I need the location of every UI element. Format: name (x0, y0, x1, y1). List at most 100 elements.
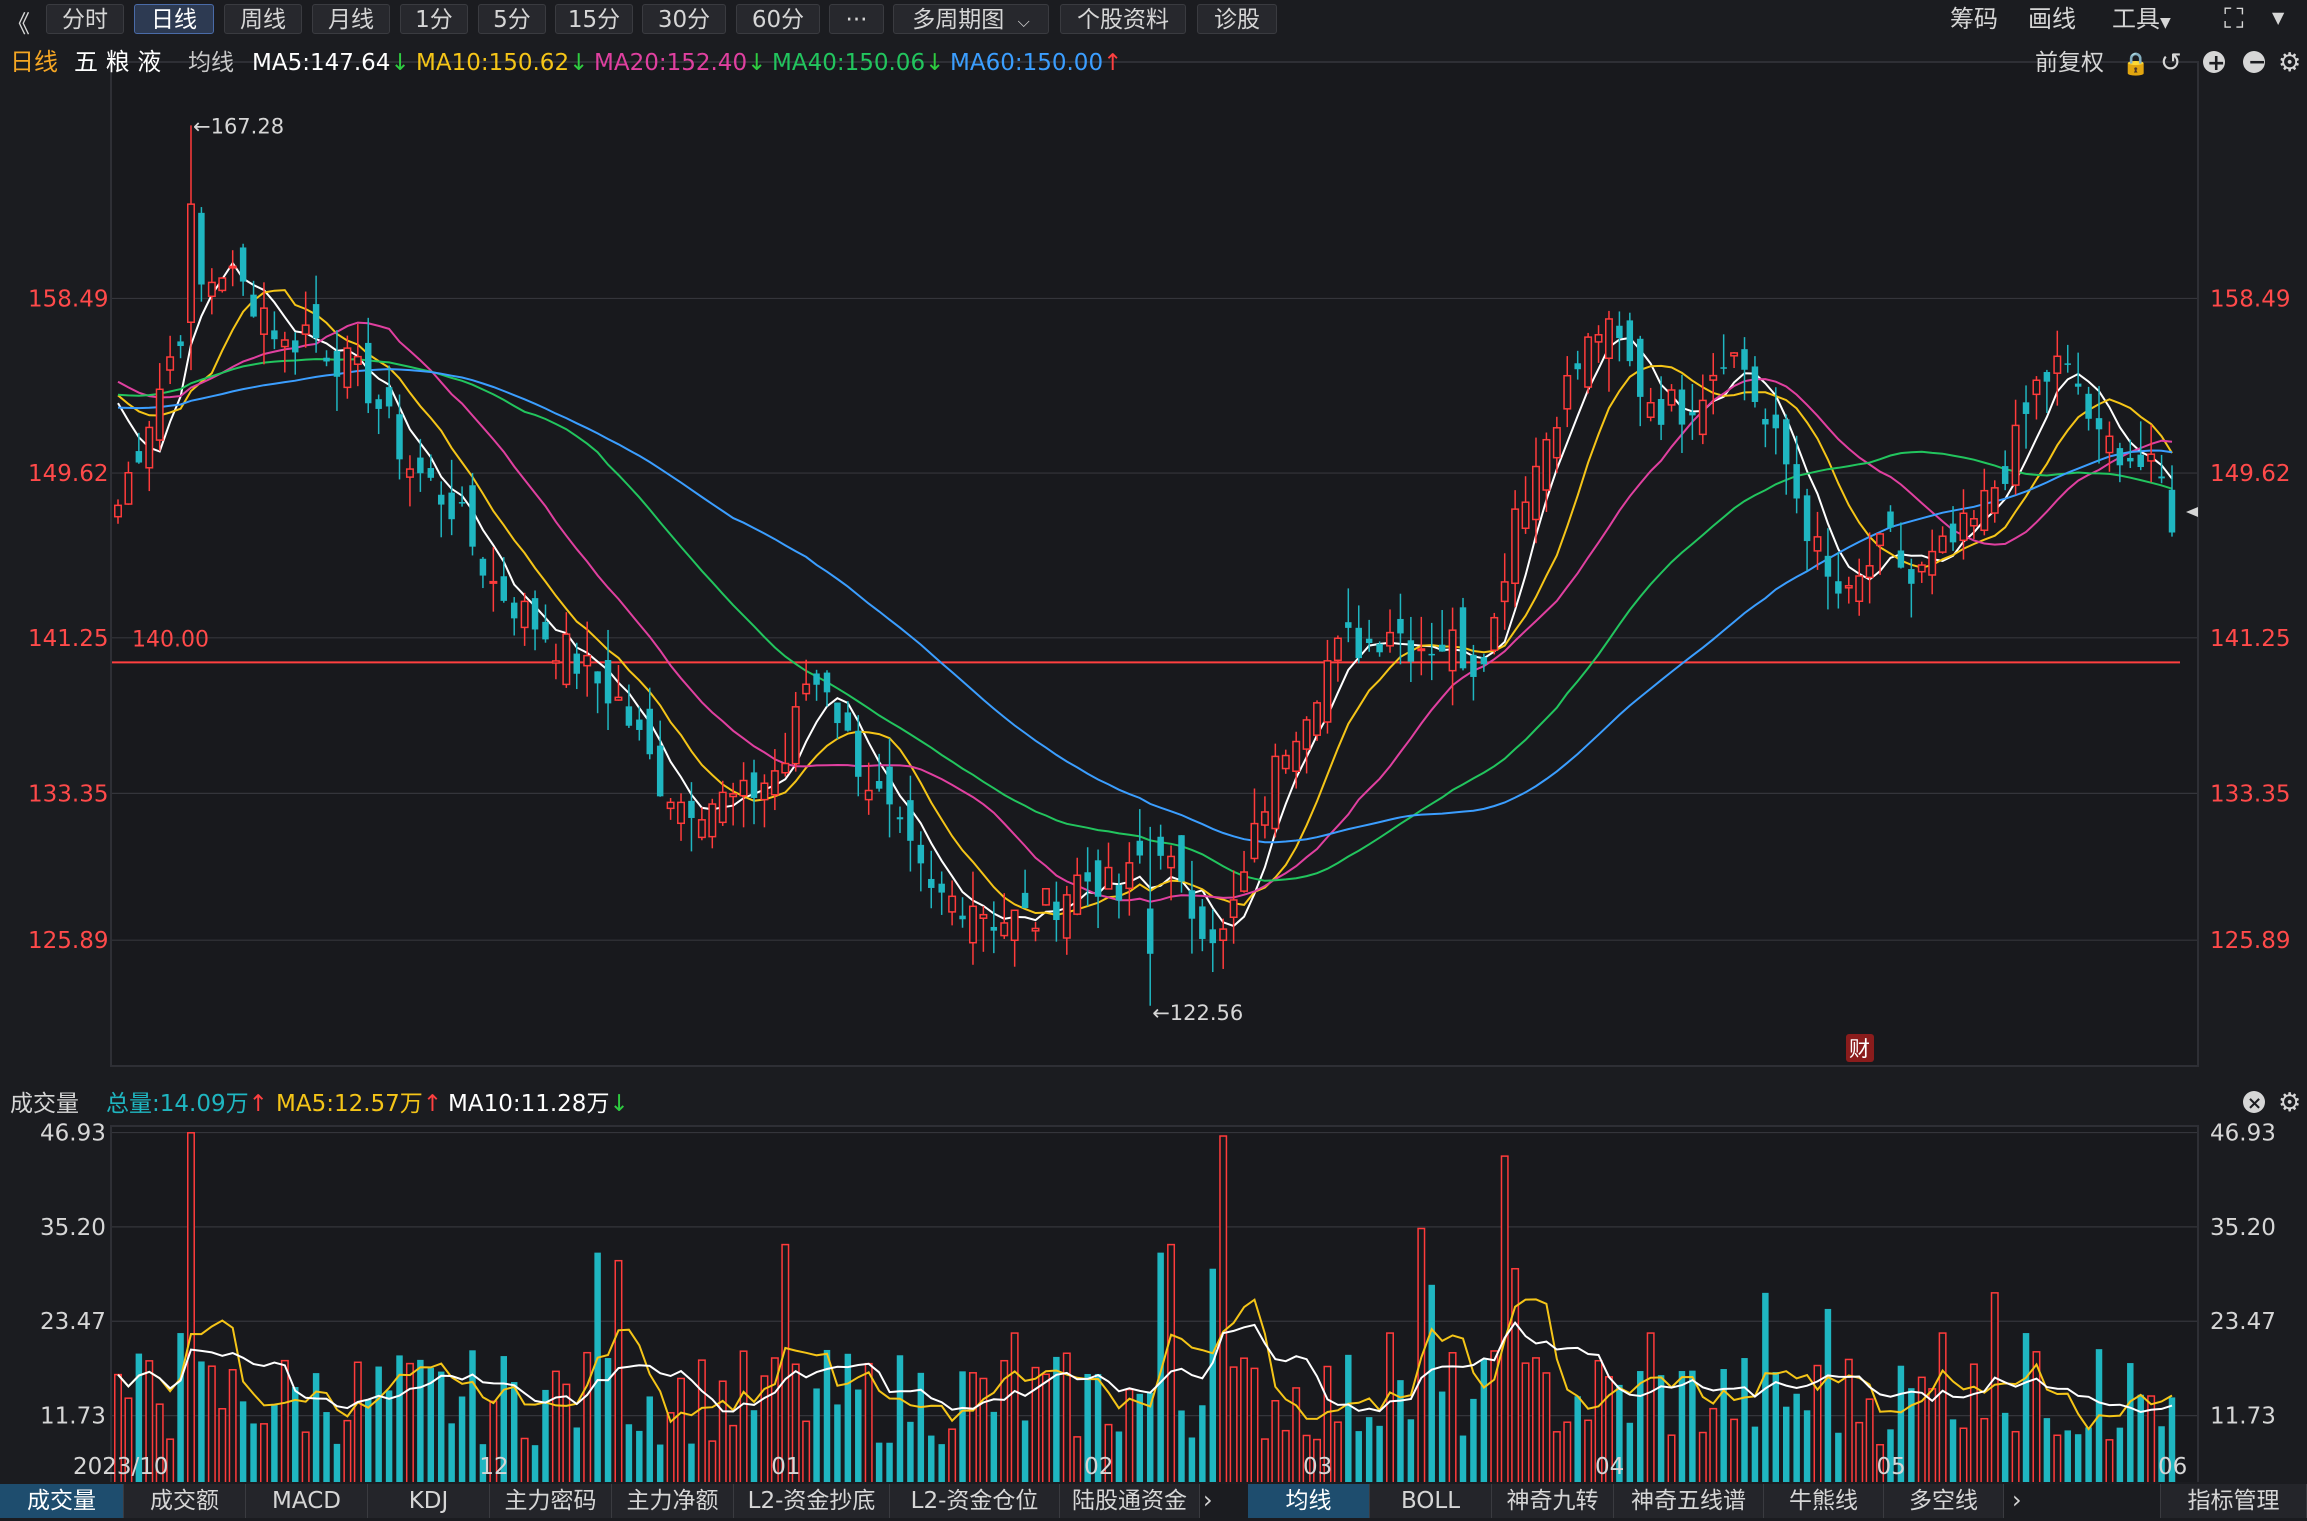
high-annotation: ←167.28 (193, 114, 284, 138)
indicator-tab[interactable]: L2-资金抄底 (734, 1484, 890, 1518)
tab-period[interactable]: 周线 (224, 4, 302, 34)
volume-bar (1021, 1420, 1029, 1482)
volume-bar (1511, 1267, 1520, 1482)
indicator-tab[interactable]: 成交量 (0, 1484, 124, 1518)
volume-axis-label-left: 11.73 (40, 1404, 106, 1430)
volume-bar (280, 1359, 289, 1482)
volume-bar (343, 1419, 352, 1482)
indicator-tab[interactable]: L2-资金仓位 (890, 1484, 1060, 1518)
volume-bar (1031, 1366, 1040, 1482)
volume-bar (2085, 1427, 2092, 1482)
overlay-tab[interactable]: 牛熊线 (1764, 1484, 1884, 1518)
indicator-tab[interactable]: KDJ (368, 1484, 490, 1518)
volume-bar (1260, 1438, 1269, 1482)
volume-bar (802, 1420, 811, 1482)
indicator-manage-button[interactable]: 指标管理 (2160, 1484, 2307, 1518)
tab-period[interactable]: 60分 (736, 4, 820, 34)
chips-button[interactable]: 筹码 (1950, 4, 1998, 34)
finance-badge[interactable]: 财 (1846, 1034, 1874, 1062)
volume-bar (1428, 1284, 1435, 1482)
volume-bar (1167, 1243, 1176, 1482)
volume-bar (1741, 1358, 1748, 1482)
volume-bar (864, 1362, 873, 1482)
volume-bar (1219, 1135, 1228, 1482)
overlay-tab[interactable]: 均线 (1248, 1484, 1370, 1518)
volume-bar (1115, 1431, 1123, 1482)
caret-down-icon[interactable]: ▼ (2272, 8, 2284, 27)
tab-period[interactable]: 5分 (478, 4, 546, 34)
volume-bar (1470, 1398, 1477, 1482)
chevron-right-icon[interactable]: › (1203, 1486, 1213, 1514)
volume-bar (1199, 1405, 1206, 1482)
volume-axis-label-left: 46.93 (40, 1121, 106, 1147)
diagnose-button[interactable]: 诊股 (1197, 4, 1277, 34)
gear-icon[interactable]: ⚙ (2278, 1088, 2301, 1118)
adjust-button[interactable]: 前复权 (2035, 50, 2104, 76)
gear-icon[interactable]: ⚙ (2278, 48, 2301, 78)
volume-bar (1532, 1357, 1540, 1482)
volume-bar (207, 1365, 216, 1482)
volume-bar (177, 1333, 184, 1482)
volume-bar (1855, 1421, 1864, 1482)
volume-bar (1281, 1429, 1290, 1482)
tools-label: 工具 (2112, 5, 2160, 33)
overlay-tab[interactable]: 多空线 (1884, 1484, 2004, 1518)
tab-period[interactable]: 月线 (312, 4, 390, 34)
price-axis-label-left: 141.25 (28, 626, 108, 652)
overlay-tab[interactable]: 神奇五线谱 (1614, 1484, 1764, 1518)
price-chart[interactable]: 日线 五 粮 液 均线 MA5:147.64↓ MA10:150.62↓ MA20:… (0, 40, 2307, 1078)
volume-bar (417, 1359, 424, 1482)
chevron-right-icon[interactable]: › (2012, 1486, 2022, 1514)
volume-bar (1010, 1332, 1019, 1482)
volume-chart[interactable]: 成交量 总量:14.09万↑ MA5:12.57万↑ MA10:11.28万↓ … (0, 1078, 2307, 1482)
volume-bar (1459, 1435, 1467, 1482)
volume-bar (2011, 1430, 2020, 1482)
tab-period[interactable]: 15分 (555, 4, 633, 34)
volume-bar (1835, 1432, 1842, 1482)
volume-bar (896, 1355, 904, 1482)
volume-bar (259, 1423, 268, 1482)
volume-bar (573, 1427, 580, 1482)
tools-button[interactable]: 工具▼ (2112, 4, 2171, 34)
more-button[interactable]: ··· (829, 4, 884, 34)
multi-period-button[interactable]: 多周期图 ⌵ (893, 4, 1049, 34)
volume-bar (405, 1362, 414, 1482)
price-axis-label-right: 125.89 (2210, 928, 2290, 954)
back-button[interactable]: 《 (6, 4, 30, 39)
tab-period[interactable]: 分时 (46, 4, 124, 34)
volume-bar (1041, 1373, 1050, 1482)
volume-bar (2064, 1430, 2071, 1482)
volume-axis-label-right: 23.47 (2210, 1309, 2276, 1335)
undo-icon[interactable]: ↺ (2160, 48, 2182, 78)
volume-bar (218, 1408, 227, 1482)
candle (1459, 597, 1467, 671)
overlay-tab[interactable]: 神奇九转 (1492, 1484, 1614, 1518)
volume-bar (1125, 1388, 1134, 1482)
draw-line-button[interactable]: 画线 (2028, 4, 2076, 34)
tab-period[interactable]: 1分 (400, 4, 468, 34)
volume-bar (1563, 1421, 1572, 1482)
volume-bar (968, 1372, 977, 1482)
price-axis-label-right: 158.49 (2210, 286, 2290, 312)
indicator-tab[interactable]: 主力密码 (490, 1484, 612, 1518)
tab-period[interactable]: 30分 (642, 4, 726, 34)
overlay-tab[interactable]: BOLL (1370, 1484, 1492, 1518)
tab-period[interactable]: 日线 (134, 4, 214, 34)
indicator-tab[interactable]: 成交额 (124, 1484, 246, 1518)
volume-bar (198, 1361, 205, 1482)
chevron-down-icon: ⌵ (1017, 12, 1030, 31)
volume-bar (677, 1377, 686, 1482)
lock-icon[interactable]: 🔒 (2122, 52, 2149, 77)
volume-bar (1865, 1398, 1874, 1482)
volume-bar (990, 1411, 998, 1482)
candle (1584, 332, 1593, 394)
indicator-tab[interactable]: 陆股通资金 (1060, 1484, 1200, 1518)
indicator-tab[interactable]: 主力净额 (612, 1484, 734, 1518)
indicator-tab[interactable]: MACD (246, 1484, 368, 1518)
volume-bar (844, 1353, 852, 1482)
volume-bar (301, 1431, 310, 1482)
volume-bar (834, 1404, 841, 1482)
stock-profile-button[interactable]: 个股资料 (1060, 4, 1186, 34)
volume-bar (928, 1435, 935, 1482)
fullscreen-icon[interactable]: ⛶ (2224, 2, 2244, 36)
